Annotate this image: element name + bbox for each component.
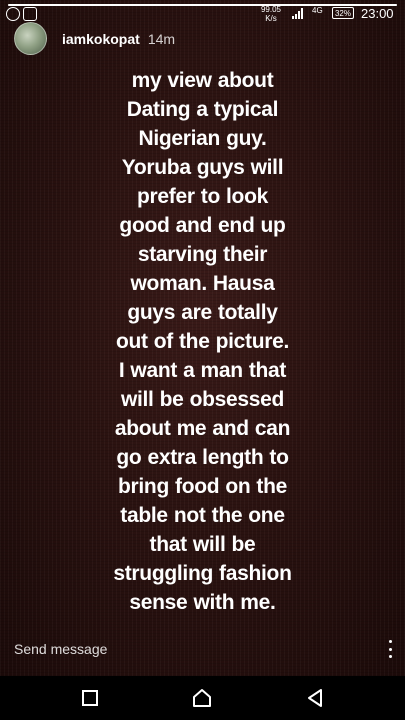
story-text: my view about Dating a typical Nigerian gu…	[30, 66, 375, 617]
network-speed: 99.05 K/s	[256, 5, 286, 23]
gallery-icon	[23, 7, 37, 21]
story-timestamp: 14m	[147, 30, 176, 47]
status-notification-icons	[6, 7, 37, 21]
recent-apps-icon[interactable]	[78, 686, 102, 710]
story-text-line: I want a man that	[118, 359, 287, 382]
network-type: 4G	[312, 6, 323, 15]
story-text-line: good and end up	[119, 214, 286, 237]
whatsapp-icon	[6, 7, 20, 21]
reply-bar: Send message	[0, 632, 405, 666]
story-text-line: struggling fashion	[113, 562, 292, 585]
story-text-line: my view about	[131, 69, 274, 92]
story-text-line: go extra length to	[116, 446, 289, 469]
signal-strength-icon	[292, 8, 303, 19]
story-text-line: starving their	[137, 243, 268, 266]
story-text-line: out of the picture.	[115, 330, 290, 353]
network-speed-unit: K/s	[265, 14, 277, 23]
home-icon[interactable]	[190, 686, 214, 710]
more-options-icon[interactable]	[387, 640, 393, 658]
story-header[interactable]: iamkokopat 14m	[14, 22, 175, 55]
story-username[interactable]: iamkokopat	[62, 31, 140, 47]
avatar[interactable]	[14, 22, 47, 55]
story-text-line: Nigerian guy.	[138, 127, 267, 150]
navigation-bar	[0, 676, 405, 720]
story-text-line: prefer to look	[137, 185, 268, 208]
story-text-line: bring food on the	[117, 475, 288, 498]
story-text-line: will be obsessed	[120, 388, 285, 411]
status-bar: 99.05 K/s 4G 32% 23:00	[0, 0, 405, 26]
send-message-input[interactable]: Send message	[14, 641, 107, 657]
network-speed-value: 99.05	[260, 5, 282, 14]
story-text-line: that will be	[149, 533, 256, 556]
status-time: 23:00	[361, 6, 394, 21]
story-text-line: Yoruba guys will	[121, 156, 284, 179]
story-text-line: about me and can	[114, 417, 291, 440]
battery-indicator: 32%	[332, 7, 354, 19]
story-text-line: guys are totally	[127, 301, 278, 324]
story-text-line: woman. Hausa	[130, 272, 275, 295]
story-text-line: Dating a typical	[126, 98, 279, 121]
story-text-line: table not the one	[120, 504, 285, 527]
back-icon[interactable]	[303, 686, 327, 710]
story-text-line: sense with me.	[129, 591, 276, 614]
